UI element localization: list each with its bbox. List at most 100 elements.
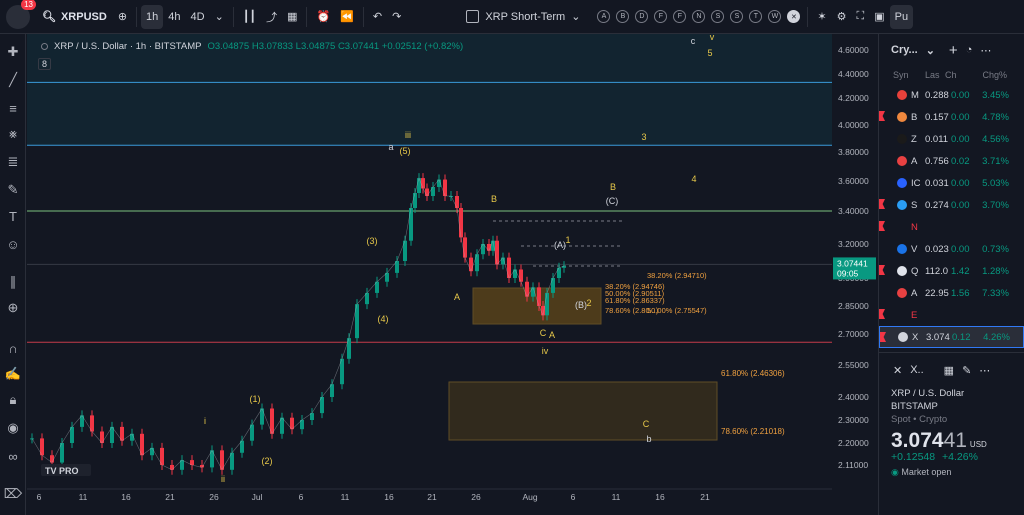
interval-4h[interactable]: 4h — [163, 5, 185, 29]
collapse-icon[interactable] — [41, 43, 48, 50]
watchlist-row[interactable]: V 0.023 0.00 0.73% — [879, 238, 1024, 260]
user-avatar[interactable]: 13 — [6, 0, 36, 29]
watchlist-row[interactable]: A 0.756 0.02 3.71% — [879, 150, 1024, 172]
flag-icon[interactable] — [879, 221, 885, 231]
layout-name: XRP Short-Term — [485, 10, 566, 23]
col-last[interactable]: Las — [911, 70, 940, 80]
trendline-icon[interactable]: ╱ — [3, 70, 23, 90]
alert-icon[interactable]: ⏰ — [311, 5, 335, 29]
watchlist-row[interactable]: Z 0.011 0.00 4.56% — [879, 128, 1024, 150]
candles-type-icon[interactable]: ┃┃ — [238, 5, 261, 29]
grid-icon[interactable]: ▦ — [944, 364, 954, 377]
watchlist-row[interactable]: A 22.95 1.56 7.33% — [879, 282, 1024, 304]
watchlist-row[interactable]: S 0.274 0.00 3.70% — [879, 194, 1024, 216]
x-tick-label: Aug — [522, 492, 537, 502]
drawing-shortcut-d[interactable]: D — [635, 10, 649, 23]
drawing-shortcut-s[interactable]: S — [711, 10, 725, 23]
link-icon[interactable]: ∞ — [3, 446, 23, 466]
legend-ohlc: O3.04875 H3.07833 L3.04875 C3.07441 +0.0… — [207, 41, 464, 52]
close-icon[interactable]: ✕ — [893, 364, 902, 377]
col-change-pct[interactable]: Chg% — [959, 70, 1007, 80]
close-icon[interactable]: ✕ — [787, 10, 801, 23]
interval-dropdown-icon[interactable]: ⌄ — [210, 5, 229, 29]
watchlist-last: 112.0 — [925, 265, 949, 277]
watchlist-row[interactable]: Q 112.0 1.42 1.28% — [879, 260, 1024, 282]
col-symbol[interactable]: Syn — [879, 70, 911, 80]
more-icon[interactable]: ⋯ — [979, 364, 990, 377]
templates-icon[interactable]: ▦ — [282, 5, 302, 29]
redo-icon[interactable]: ↷ — [387, 5, 406, 29]
indicator-count[interactable]: 8 — [38, 58, 52, 70]
edit-icon[interactable]: ✎ — [962, 364, 971, 377]
drawing-shortcut-f[interactable]: F — [673, 10, 687, 23]
x-tick-label: 26 — [471, 492, 481, 502]
eye-icon[interactable]: ◉ — [3, 418, 23, 438]
undo-icon[interactable]: ↶ — [368, 5, 387, 29]
drawing-shortcut-t[interactable]: T — [749, 10, 763, 23]
chevron-down-icon[interactable]: ⌄ — [926, 44, 935, 57]
symbol-name: XRPUSD — [60, 10, 107, 23]
price-chart[interactable]: XRP / U.S. Dollar · 1h · BITSTAMP O3.048… — [27, 32, 877, 515]
drawing-shortcut-s[interactable]: S — [730, 10, 744, 23]
layout-selector[interactable]: XRP Short-Term ⌄ — [466, 10, 580, 23]
chart-icon[interactable]: ◔ — [966, 44, 973, 56]
watchlist-sym: V — [911, 243, 918, 255]
brush-icon[interactable]: ✎ — [3, 180, 23, 200]
crosshair-icon[interactable]: ✚ — [3, 42, 23, 62]
camera-icon[interactable]: ▣ — [869, 5, 889, 29]
publish-button[interactable]: Pu — [889, 4, 914, 29]
add-symbol-icon[interactable]: + — [949, 42, 958, 59]
candle-body — [455, 196, 459, 208]
pen-lock-icon[interactable]: ✍ — [3, 364, 23, 384]
drawing-shortcut-f[interactable]: F — [654, 10, 668, 23]
drawing-shortcut-a[interactable]: A — [597, 10, 611, 23]
chart-canvas[interactable]: 4.60000 4.40000 4.20000 4.00000 3.80000 3.600… — [27, 32, 877, 515]
watchlist-pct: 4.26% — [983, 331, 1010, 343]
settings-icon[interactable]: ⚙ — [832, 5, 852, 29]
drawing-shortcut-n[interactable]: N — [692, 10, 706, 23]
watchlist-row[interactable]: IC 0.031 0.00 5.03% — [879, 172, 1024, 194]
zoom-icon[interactable]: ⊕ — [3, 298, 23, 318]
watchlist-title[interactable]: Cry... — [891, 44, 918, 56]
drawing-shortcut-w[interactable]: W — [768, 10, 782, 23]
flag-icon[interactable] — [879, 309, 885, 319]
flag-icon[interactable] — [879, 199, 885, 209]
interval-4d[interactable]: 4D — [186, 5, 210, 29]
candle-body — [513, 269, 517, 278]
more-icon[interactable]: ⋯ — [980, 44, 991, 57]
magnet-icon[interactable]: ∩ — [3, 338, 23, 358]
indicators-icon[interactable]: ⤴ — [261, 5, 282, 29]
fib-icon[interactable]: ≣ — [3, 152, 23, 172]
watchlist-row[interactable]: M 0.288 0.00 3.45% — [879, 84, 1024, 106]
interval-1h[interactable]: 1h — [141, 4, 164, 29]
candle-body — [409, 208, 413, 241]
watchlist-row[interactable]: E — [879, 304, 1024, 326]
fullscreen-icon[interactable]: ⛶ — [852, 5, 870, 29]
emoji-icon[interactable]: ☺ — [3, 234, 23, 254]
watchlist-row[interactable]: B 0.157 0.00 4.78% — [879, 106, 1024, 128]
ruler-icon[interactable]: ∥ — [3, 272, 23, 292]
compare-add-icon[interactable]: ⊕ — [113, 5, 132, 29]
x-tick-label: 11 — [612, 492, 621, 502]
pattern-icon[interactable]: ⨳ — [3, 124, 23, 144]
symbol-search[interactable]: 🔍︎ XRPUSD — [36, 10, 113, 24]
horizontal-lines-icon[interactable]: ≡ — [3, 98, 23, 118]
magnet-icon[interactable]: ✶ — [812, 5, 831, 29]
wave-label: 5 — [707, 48, 712, 58]
candle-body — [347, 338, 351, 359]
replay-icon[interactable]: ⏪ — [335, 5, 359, 29]
wave-label: 4 — [691, 174, 696, 184]
trash-icon[interactable]: ⌦ — [3, 484, 23, 504]
flag-icon[interactable] — [880, 332, 886, 342]
watchlist-row[interactable]: X 3.074 0.12 4.26% — [879, 326, 1024, 348]
drawing-shortcut-b[interactable]: B — [616, 10, 630, 23]
y-tick-label: 2.30000 — [838, 415, 869, 425]
col-change[interactable]: Ch — [937, 70, 959, 80]
flag-icon[interactable] — [879, 265, 885, 275]
detail-name[interactable]: XRP / U.S. Dollar — [891, 387, 1024, 400]
lock-icon[interactable]: 🔒︎ — [3, 390, 23, 410]
text-icon[interactable]: T — [3, 206, 23, 226]
candle-body — [413, 193, 417, 208]
watchlist-row[interactable]: N — [879, 216, 1024, 238]
flag-icon[interactable] — [879, 111, 885, 121]
